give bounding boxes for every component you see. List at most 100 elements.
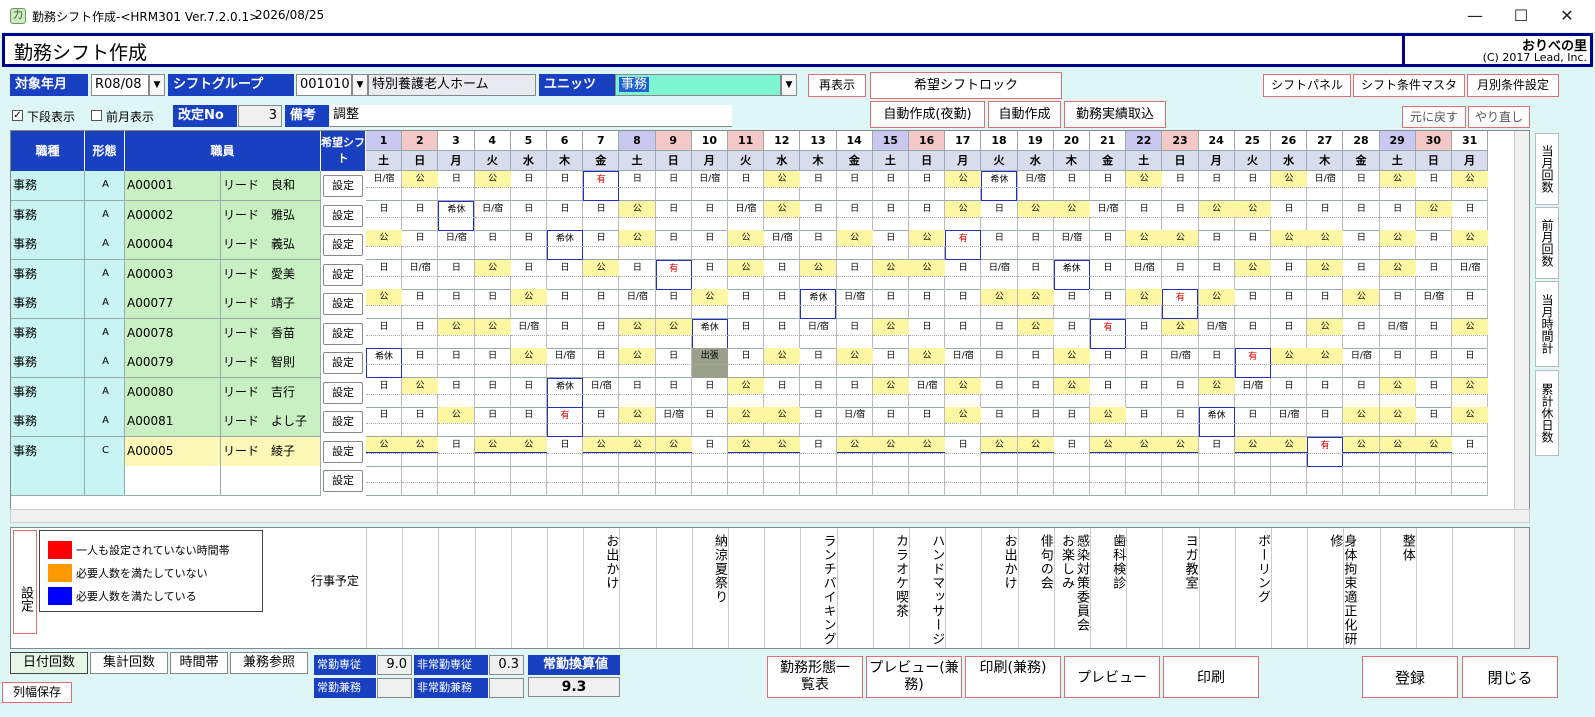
- shift-cell[interactable]: 公: [1415, 200, 1452, 231]
- shift-cell[interactable]: 日: [510, 407, 547, 437]
- shift-cell[interactable]: 日: [1234, 407, 1271, 437]
- shift-cell[interactable]: 日/宿: [909, 377, 946, 408]
- shift-cell[interactable]: 公: [764, 436, 801, 467]
- event-vertical-scrollbar[interactable]: [1514, 528, 1529, 648]
- shift-cell[interactable]: 日: [981, 318, 1018, 349]
- shift-cell[interactable]: 希休: [981, 171, 1018, 201]
- shift-cell[interactable]: 日/宿: [1126, 259, 1163, 290]
- shift-cell[interactable]: 公: [366, 230, 403, 260]
- shift-cell[interactable]: 日: [1415, 230, 1452, 260]
- shift-cell[interactable]: 日/宿: [691, 171, 728, 201]
- shift-cell[interactable]: 日: [836, 200, 873, 231]
- shift-cell[interactable]: 日: [872, 289, 909, 319]
- shift-cell[interactable]: 公: [1379, 171, 1416, 201]
- shift-cell[interactable]: 公: [764, 407, 801, 437]
- shift-cell[interactable]: 希休: [1053, 259, 1090, 290]
- shift-cell[interactable]: 公: [1126, 230, 1163, 260]
- shift-cell[interactable]: 日/宿: [836, 407, 873, 437]
- shift-cell[interactable]: 日: [474, 348, 511, 378]
- shift-cell[interactable]: 日: [1307, 377, 1344, 408]
- shift-cell[interactable]: 日/宿: [1234, 377, 1271, 408]
- shift-cell[interactable]: 日: [1198, 436, 1235, 467]
- shift-cell[interactable]: 日: [764, 318, 801, 349]
- shift-cell[interactable]: 日: [1379, 348, 1416, 378]
- shift-cell[interactable]: 日/宿: [1198, 318, 1235, 349]
- save-column-width-button[interactable]: 列幅保存: [2, 682, 72, 703]
- shift-cell[interactable]: 日/宿: [402, 259, 439, 290]
- shift-cell[interactable]: 日/宿: [1452, 259, 1489, 290]
- shift-cell[interactable]: 公: [1452, 230, 1489, 260]
- shift-cell[interactable]: 公: [1452, 407, 1489, 437]
- shift-cell[interactable]: 日: [1234, 318, 1271, 349]
- shift-cell[interactable]: 公: [474, 318, 511, 349]
- shift-cell[interactable]: 公: [945, 377, 982, 408]
- shift-cell[interactable]: 公: [728, 407, 765, 437]
- shift-cell[interactable]: 日: [583, 289, 620, 319]
- chevron-down-icon[interactable]: ▼: [149, 74, 165, 96]
- shift-cell[interactable]: 日: [691, 407, 728, 437]
- shift-cell[interactable]: 公: [619, 436, 656, 467]
- lower-display-checkbox[interactable]: ✓: [12, 110, 23, 121]
- shift-cell[interactable]: 希休: [547, 377, 584, 408]
- undo-button[interactable]: 元に戻す: [1402, 106, 1466, 128]
- shift-cell[interactable]: 公: [1017, 318, 1054, 349]
- shift-cell[interactable]: 公: [1452, 377, 1489, 408]
- shift-cell[interactable]: 公: [1234, 259, 1271, 290]
- shift-cell[interactable]: 日/宿: [366, 171, 403, 201]
- shift-cell[interactable]: [1162, 466, 1199, 496]
- shift-cell[interactable]: [764, 466, 801, 496]
- shift-cell[interactable]: 公: [1307, 348, 1344, 378]
- shift-cell[interactable]: 公: [1053, 377, 1090, 408]
- shift-cell[interactable]: 日/宿: [1343, 348, 1380, 378]
- shift-cell[interactable]: 公: [836, 348, 873, 378]
- shift-cell[interactable]: 公: [764, 171, 801, 201]
- shift-cell[interactable]: 日: [1017, 259, 1054, 290]
- close-button[interactable]: 閉じる: [1462, 656, 1558, 698]
- shift-cell[interactable]: 公: [1162, 318, 1199, 349]
- tab-date-count[interactable]: 日付回数: [10, 652, 88, 674]
- minimize-icon[interactable]: —: [1452, 0, 1498, 32]
- shift-cell[interactable]: 公: [1452, 171, 1489, 201]
- shift-cell[interactable]: 希休: [1198, 407, 1235, 437]
- shift-cell[interactable]: 公: [619, 230, 656, 260]
- shift-cell[interactable]: 日: [872, 407, 909, 437]
- shift-cell[interactable]: 日: [691, 436, 728, 467]
- shift-cell[interactable]: 公: [909, 259, 946, 290]
- shift-cell[interactable]: 日/宿: [981, 259, 1018, 290]
- shift-cell[interactable]: 公: [1126, 171, 1163, 201]
- shift-list-button[interactable]: 勤務形態一覧表: [767, 656, 863, 698]
- shift-cell[interactable]: 日: [547, 259, 584, 290]
- shift-cell[interactable]: 公: [1234, 436, 1271, 467]
- shift-cell[interactable]: [909, 466, 946, 496]
- shift-cell[interactable]: 日/宿: [547, 348, 584, 378]
- shift-cell[interactable]: [728, 466, 765, 496]
- shift-cell[interactable]: 公: [402, 377, 439, 408]
- shift-cell[interactable]: 日: [764, 259, 801, 290]
- shift-cell[interactable]: 日: [438, 377, 475, 408]
- shift-cell[interactable]: 日: [1307, 200, 1344, 231]
- shift-cell[interactable]: 日: [583, 318, 620, 349]
- preview-concurrent-button[interactable]: プレビュー(兼務): [866, 656, 962, 698]
- shift-cell[interactable]: 日: [1271, 259, 1308, 290]
- shift-cell[interactable]: [945, 466, 982, 496]
- shift-panel-button[interactable]: シフトパネル: [1263, 74, 1351, 97]
- set-hope-button[interactable]: 設定: [323, 352, 363, 374]
- shift-cell[interactable]: 日/宿: [1307, 171, 1344, 201]
- shift-cell[interactable]: 日: [1415, 407, 1452, 437]
- shift-cell[interactable]: 日: [1126, 407, 1163, 437]
- tab-current-hours[interactable]: 当月時間計: [1535, 281, 1559, 367]
- shift-cell[interactable]: 日: [1452, 348, 1489, 378]
- shift-cell[interactable]: 日: [402, 407, 439, 437]
- shift-cell[interactable]: 公: [1271, 348, 1308, 378]
- shift-cell[interactable]: 日: [547, 171, 584, 201]
- shift-cell[interactable]: 日: [1053, 407, 1090, 437]
- shift-cell[interactable]: 公: [366, 289, 403, 319]
- shift-cell[interactable]: 日: [1017, 348, 1054, 378]
- shift-cell[interactable]: 日/宿: [1271, 407, 1308, 437]
- shift-cell[interactable]: 公: [1379, 259, 1416, 290]
- shift-cell[interactable]: 日: [1271, 289, 1308, 319]
- shift-cell[interactable]: [510, 466, 547, 496]
- shift-cell[interactable]: 有: [583, 171, 620, 201]
- shift-cell[interactable]: 日: [909, 407, 946, 437]
- shift-cell[interactable]: 日: [1162, 200, 1199, 231]
